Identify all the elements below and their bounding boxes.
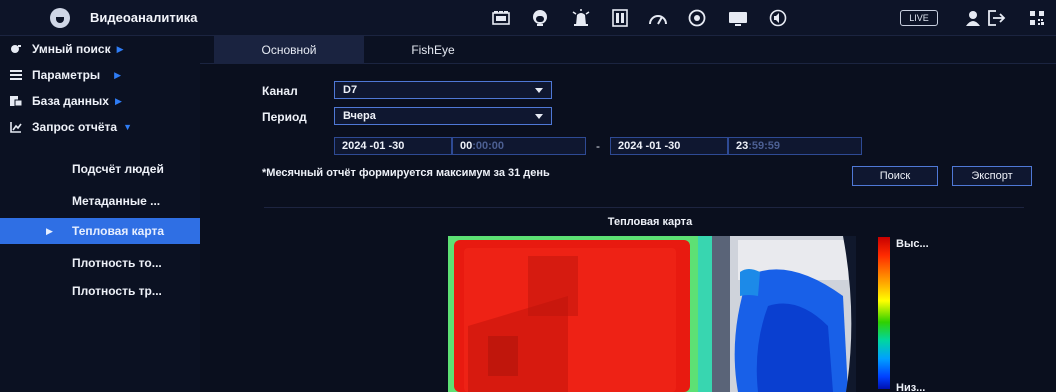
heatmap-legend-bar [878, 237, 890, 389]
sidebar: Умный поиск ▶ Параметры ▶ База данных ▶ … [0, 36, 200, 392]
face-icon[interactable] [529, 8, 551, 28]
chevron-right-icon: ▶ [114, 69, 122, 80]
period-select[interactable]: Вчера [334, 107, 552, 125]
record-icon[interactable] [686, 8, 708, 28]
chevron-down-icon: ▼ [123, 122, 132, 132]
export-button[interactable]: Экспорт [952, 166, 1032, 186]
divider [264, 207, 1024, 208]
top-bar: Видеоаналитика LIVE [0, 0, 1056, 36]
sidebar-subitem-label: Подсчёт людей [72, 162, 164, 176]
sidebar-item-label: Параметры [32, 68, 101, 82]
storage-icon[interactable] [609, 8, 631, 28]
start-date-input[interactable]: 2024 -01 -30 [334, 137, 452, 155]
sidebar-item-parameters[interactable]: Параметры ▶ [0, 62, 200, 88]
start-time-input[interactable]: 00:00:00 [452, 137, 586, 155]
smart-search-icon [11, 45, 21, 53]
tab-bar: Основной FishEye [200, 36, 1056, 64]
main-panel: Канал D7 Период Вчера 2024 -01 -30 00:00… [200, 64, 1056, 392]
search-button[interactable]: Поиск [852, 166, 938, 186]
alarm-icon[interactable] [570, 8, 592, 28]
chart-icon [10, 122, 22, 133]
user-icon[interactable] [962, 8, 984, 28]
film-icon[interactable] [490, 8, 512, 28]
heatmap-title: Тепловая карта [607, 216, 693, 228]
tab-main[interactable]: Основной [214, 36, 364, 64]
sidebar-item-label: База данных [32, 94, 109, 108]
start-time-hours: 00 [460, 140, 473, 152]
period-value: Вчера [343, 110, 376, 122]
app-title: Видеоаналитика [90, 10, 198, 25]
sidebar-item-report-query[interactable]: Запрос отчёта ▼ [0, 114, 200, 140]
sidebar-item-label: Запрос отчёта [32, 120, 118, 134]
heatmap-image [448, 236, 856, 392]
live-button[interactable]: LIVE [900, 10, 938, 26]
end-time-hours: 23 [736, 140, 749, 152]
sidebar-subitem-density-1[interactable]: Плотность то... [0, 250, 200, 276]
sidebar-subitem-label: Тепловая карта [72, 224, 165, 238]
sidebar-subitem-people-count[interactable]: Подсчёт людей [0, 156, 200, 182]
chevron-right-icon: ▶ [116, 43, 124, 54]
channel-label: Канал [262, 84, 298, 98]
channel-select[interactable]: D7 [334, 81, 552, 99]
end-time-rest: :59:59 [748, 140, 781, 152]
monitor-icon[interactable] [727, 8, 749, 28]
range-separator: - [596, 139, 600, 153]
channel-value: D7 [343, 84, 358, 96]
period-label: Период [262, 110, 307, 124]
sidebar-item-database[interactable]: База данных ▶ [0, 88, 200, 114]
sidebar-subitem-label: Плотность то... [72, 256, 162, 270]
chevron-down-icon [535, 88, 543, 93]
audio-icon[interactable] [767, 8, 789, 28]
sidebar-item-label: Умный поиск [32, 42, 111, 56]
legend-low-label: Низ... [896, 382, 926, 392]
sidebar-subitem-metadata[interactable]: Метаданные ... [0, 188, 200, 214]
tab-fisheye[interactable]: FishEye [378, 36, 488, 64]
sidebar-subitem-label: Метаданные ... [72, 194, 161, 208]
sidebar-subitem-heatmap[interactable]: ▶ Тепловая карта [0, 218, 200, 244]
list-icon [10, 70, 22, 80]
database-icon [10, 96, 22, 107]
end-time-input[interactable]: 23:59:59 [728, 137, 862, 155]
sidebar-subitem-label: Плотность тр... [72, 284, 162, 298]
sidebar-subitem-density-2[interactable]: Плотность тр... [0, 278, 200, 304]
qr-code-icon[interactable] [1026, 8, 1048, 28]
report-note: *Месячный отчёт формируется максимум за … [262, 167, 550, 179]
legend-high-label: Выс... [896, 238, 929, 250]
app-logo-icon [50, 8, 70, 28]
gauge-icon[interactable] [647, 8, 669, 28]
selected-marker-icon: ▶ [46, 225, 53, 236]
chevron-right-icon: ▶ [114, 95, 122, 106]
logout-icon[interactable] [986, 8, 1008, 28]
chevron-down-icon [535, 114, 543, 119]
end-date-input[interactable]: 2024 -01 -30 [610, 137, 728, 155]
start-time-rest: :00:00 [472, 140, 505, 152]
sidebar-item-smart-search[interactable]: Умный поиск ▶ [0, 36, 200, 62]
